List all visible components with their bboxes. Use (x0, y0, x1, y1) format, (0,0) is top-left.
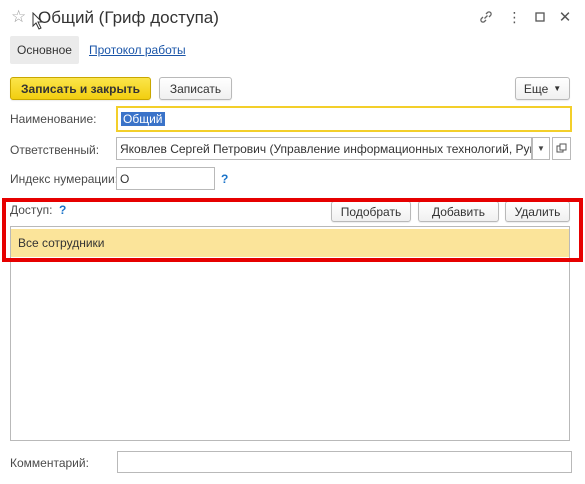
index-label: Индекс нумерации: (10, 172, 119, 186)
tab-work-log[interactable]: Протокол работы (89, 43, 186, 57)
name-label: Наименование: (10, 112, 97, 126)
access-table[interactable] (10, 226, 570, 441)
name-input[interactable]: Общий (116, 106, 572, 132)
responsible-dropdown-button[interactable]: ▼ (532, 137, 550, 160)
add-button[interactable]: Добавить (418, 201, 499, 222)
comment-label: Комментарий: (10, 456, 89, 470)
access-label: Доступ: (10, 203, 53, 217)
pick-button[interactable]: Подобрать (331, 201, 411, 222)
index-help-icon[interactable]: ? (221, 172, 228, 186)
chevron-down-icon: ▼ (553, 84, 562, 93)
star-icon[interactable]: ☆ (11, 7, 26, 27)
comment-input[interactable] (117, 451, 572, 473)
window-title: Общий (Гриф доступа) (38, 8, 219, 27)
more-button-label: Еще (523, 81, 549, 96)
more-button[interactable]: Еще ▼ (515, 77, 570, 100)
responsible-open-button[interactable] (552, 137, 571, 160)
responsible-label: Ответственный: (10, 143, 100, 157)
table-row[interactable]: Все сотрудники (11, 229, 569, 257)
maximize-icon[interactable] (530, 8, 550, 26)
link-icon[interactable] (476, 8, 496, 26)
more-icon[interactable]: ⋮ (504, 8, 524, 26)
close-icon[interactable]: ✕ (555, 8, 575, 26)
delete-button[interactable]: Удалить (505, 201, 570, 222)
responsible-input[interactable]: Яковлев Сергей Петрович (Управление инфо… (116, 137, 532, 160)
save-button[interactable]: Записать (159, 77, 232, 100)
chevron-down-icon: ▼ (537, 144, 545, 153)
save-and-close-button[interactable]: Записать и закрыть (10, 77, 151, 100)
index-input[interactable]: О (116, 167, 215, 190)
tab-main[interactable]: Основное (10, 36, 79, 64)
access-help-icon[interactable]: ? (59, 203, 66, 217)
name-input-value: Общий (121, 112, 165, 126)
open-icon (556, 143, 567, 153)
